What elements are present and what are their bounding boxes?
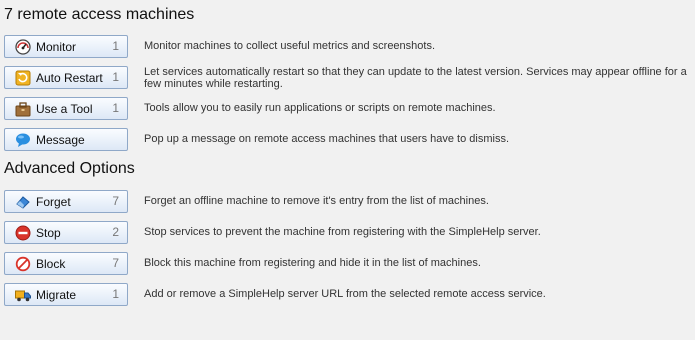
message-label: Message — [36, 133, 85, 147]
migrate-description: Add or remove a SimpleHelp server URL fr… — [144, 288, 546, 300]
forget-button[interactable]: Forget 7 — [4, 190, 128, 213]
block-icon — [15, 256, 31, 272]
action-row-block: Block 7 Block this machine from register… — [4, 252, 694, 280]
monitor-label: Monitor — [36, 40, 77, 54]
forget-label: Forget — [36, 195, 71, 209]
forget-count: 7 — [112, 194, 119, 208]
eraser-icon — [15, 194, 31, 210]
block-button[interactable]: Block 7 — [4, 252, 128, 275]
monitor-count: 1 — [112, 39, 119, 53]
migrate-count: 1 — [112, 287, 119, 301]
auto-restart-label: Auto Restart — [36, 71, 103, 85]
monitor-button[interactable]: Monitor 1 — [4, 35, 128, 58]
use-a-tool-button[interactable]: Use a Tool 1 — [4, 97, 128, 120]
action-row-forget: Forget 7 Forget an offline machine to re… — [4, 190, 694, 218]
auto-restart-button[interactable]: Auto Restart 1 — [4, 66, 128, 89]
stop-description: Stop services to prevent the machine fro… — [144, 226, 541, 238]
action-row-migrate: Migrate 1 Add or remove a SimpleHelp ser… — [4, 283, 694, 311]
action-row-stop: Stop 2 Stop services to prevent the mach… — [4, 221, 694, 249]
truck-icon — [15, 287, 31, 303]
remote-machines-heading: 7 remote access machines — [4, 6, 195, 23]
stop-button[interactable]: Stop 2 — [4, 221, 128, 244]
monitor-description: Monitor machines to collect useful metri… — [144, 40, 436, 52]
action-row-auto-restart: Auto Restart 1 Let services automaticall… — [4, 66, 694, 94]
advanced-options-heading: Advanced Options — [4, 160, 135, 177]
stop-count: 2 — [112, 225, 119, 239]
speech-bubble-icon — [15, 132, 31, 148]
block-label: Block — [36, 257, 66, 271]
auto-restart-description: Let services automatically restart so th… — [144, 66, 687, 90]
auto-restart-count: 1 — [112, 70, 119, 84]
restart-icon — [15, 70, 31, 86]
migrate-label: Migrate — [36, 288, 77, 302]
message-button[interactable]: Message — [4, 128, 128, 151]
stop-icon — [15, 225, 31, 241]
use-a-tool-description: Tools allow you to easily run applicatio… — [144, 102, 496, 114]
use-a-tool-count: 1 — [112, 101, 119, 115]
use-a-tool-label: Use a Tool — [36, 102, 93, 116]
action-row-message: Message Pop up a message on remote acces… — [4, 128, 694, 156]
stop-label: Stop — [36, 226, 61, 240]
migrate-button[interactable]: Migrate 1 — [4, 283, 128, 306]
action-row-use-a-tool: Use a Tool 1 Tools allow you to easily r… — [4, 97, 694, 125]
message-description: Pop up a message on remote access machin… — [144, 133, 510, 145]
toolbox-icon — [15, 101, 31, 117]
block-description: Block this machine from registering and … — [144, 257, 481, 269]
block-count: 7 — [112, 256, 119, 270]
forget-description: Forget an offline machine to remove it's… — [144, 195, 489, 207]
action-row-monitor: Monitor 1 Monitor machines to collect us… — [4, 35, 694, 63]
gauge-icon — [15, 39, 31, 55]
